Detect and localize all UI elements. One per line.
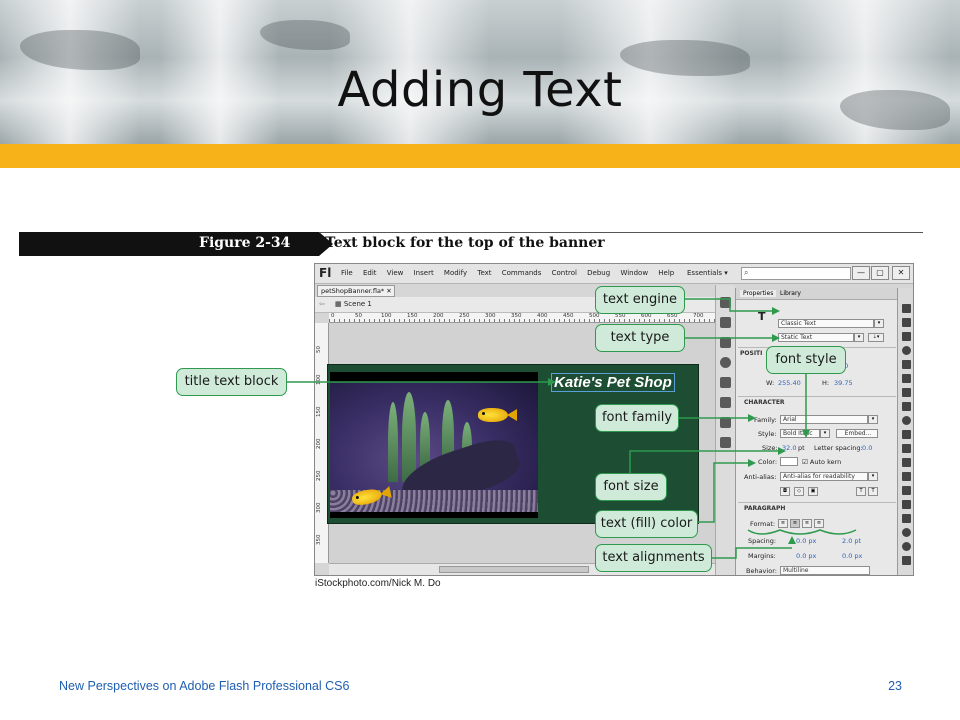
image-credit: iStockphoto.com/Nick M. Do bbox=[315, 578, 441, 589]
callout-text-alignments: text alignments bbox=[595, 544, 712, 572]
callout-font-family: font family bbox=[595, 404, 679, 432]
page-number: 23 bbox=[888, 679, 902, 693]
callout-font-style: font style bbox=[766, 346, 846, 374]
callout-text-fill-color: text (fill) color bbox=[595, 510, 698, 538]
slide-footer: New Perspectives on Adobe Flash Professi… bbox=[59, 679, 350, 693]
callout-font-size: font size bbox=[595, 473, 667, 501]
callout-text-type: text type bbox=[595, 324, 685, 352]
callout-title-text-block: title text block bbox=[176, 368, 287, 396]
callout-text-engine: text engine bbox=[595, 286, 685, 314]
